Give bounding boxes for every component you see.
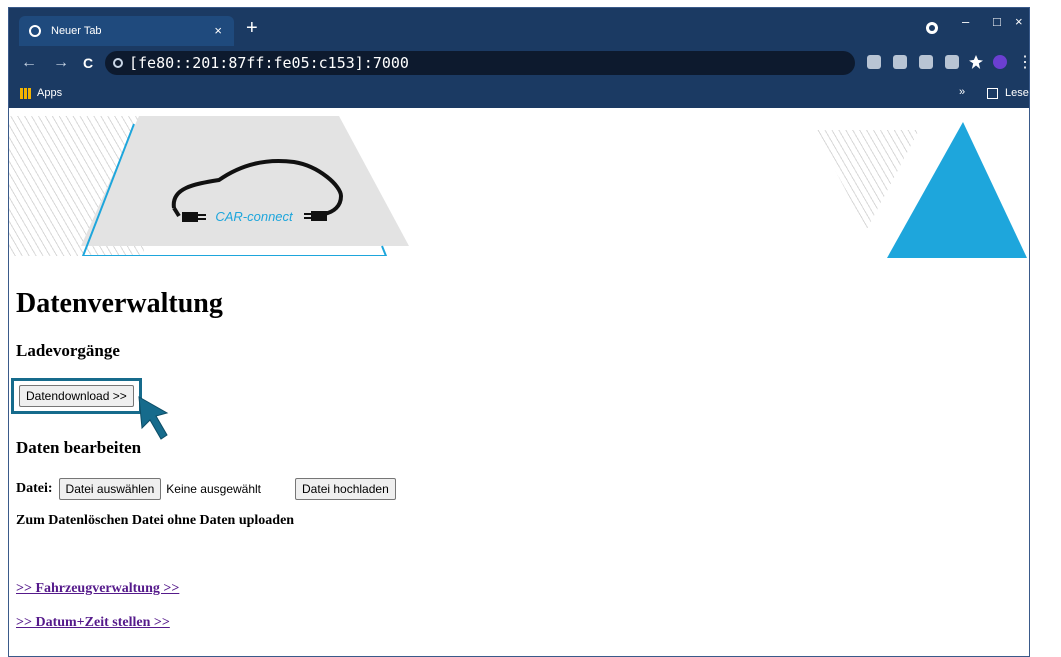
car-connect-logo: CAR-connect — [81, 116, 409, 256]
minimize-button[interactable]: – — [962, 14, 969, 29]
data-download-button[interactable]: Datendownload >> — [19, 385, 134, 407]
extension-icon[interactable] — [867, 55, 881, 69]
extension-icon[interactable] — [945, 55, 959, 69]
reading-list-icon[interactable] — [987, 88, 998, 99]
section-heading-edit: Daten bearbeiten — [16, 438, 142, 457]
choose-file-button[interactable]: Datei auswählen — [58, 478, 162, 500]
screenshot-extension-icon[interactable] — [919, 55, 933, 69]
apps-bookmark[interactable]: Apps — [37, 87, 62, 99]
new-tab-button[interactable]: + — [246, 18, 258, 38]
section-heading-charging: Ladevorgänge — [16, 341, 120, 360]
maximize-button[interactable]: □ — [993, 14, 1001, 29]
bookmarks-bar: Apps » Leseliste — [9, 80, 1029, 108]
address-bar[interactable]: [fe80::201:87ff:fe05:c153]:7000 — [105, 51, 855, 75]
decorative-triangle — [887, 122, 1027, 258]
no-file-selected-text: Keine ausgewählt — [166, 482, 262, 496]
reload-icon[interactable]: C — [83, 55, 93, 71]
page-content: CAR-connect Datenverwaltung Ladevorgänge… — [9, 108, 1029, 656]
tab-favicon-icon — [29, 25, 41, 37]
file-label: Datei: — [16, 481, 53, 496]
profile-icon[interactable] — [926, 22, 938, 34]
browser-tab[interactable]: Neuer Tab × — [19, 16, 234, 46]
forward-icon[interactable]: → — [53, 54, 69, 72]
extensions-puzzle-icon[interactable] — [969, 55, 983, 69]
file-upload-row: Datei: Datei auswählen Keine ausgewählt … — [16, 478, 396, 500]
extension-icon[interactable] — [893, 55, 907, 69]
more-bookmarks-icon[interactable]: » — [959, 86, 965, 98]
tab-title: Neuer Tab — [51, 25, 102, 37]
vehicle-management-link[interactable]: >> Fahrzeugverwaltung >> — [16, 581, 179, 597]
url-text: [fe80::201:87ff:fe05:c153]:7000 — [129, 54, 409, 72]
logo-text: CAR-connect — [215, 209, 294, 224]
apps-grid-icon[interactable] — [20, 88, 31, 99]
site-info-icon[interactable] — [113, 58, 123, 68]
date-time-link[interactable]: >> Datum+Zeit stellen >> — [16, 615, 170, 631]
delete-data-note: Zum Datenlöschen Datei ohne Daten upload… — [16, 513, 295, 528]
browser-menu-icon[interactable]: ⋮ — [1017, 52, 1029, 72]
avatar[interactable] — [993, 55, 1007, 69]
browser-window: Neuer Tab × + – □ × ← → C [fe80::201:87f… — [8, 7, 1030, 657]
upload-file-button[interactable]: Datei hochladen — [295, 478, 396, 500]
back-icon[interactable]: ← — [21, 54, 37, 72]
page-title: Datenverwaltung — [16, 288, 223, 319]
highlight-box: Datendownload >> — [11, 378, 142, 414]
tab-close-icon[interactable]: × — [214, 23, 222, 38]
reading-list-button[interactable]: Leseliste — [1005, 87, 1029, 99]
browser-chrome: Neuer Tab × + – □ × ← → C [fe80::201:87f… — [9, 8, 1029, 108]
pointer-cursor-icon — [138, 396, 169, 440]
close-window-button[interactable]: × — [1015, 14, 1023, 29]
